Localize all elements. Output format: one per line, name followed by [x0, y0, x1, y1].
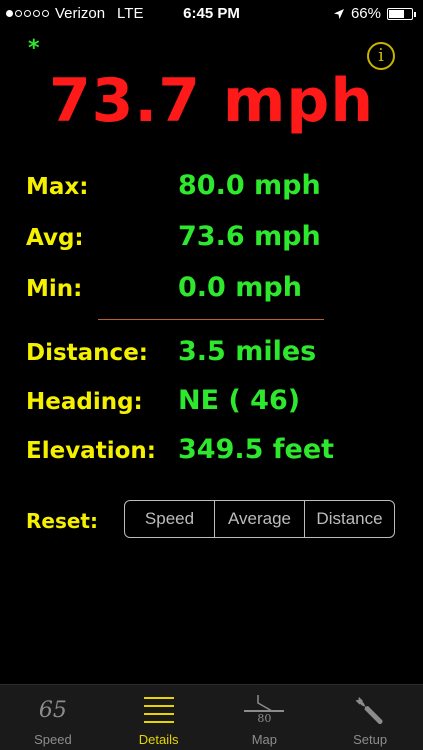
stat-row-min: Min: 0.0 mph — [0, 272, 423, 312]
stat-row-heading: Heading: NE ( 46) — [0, 385, 423, 425]
stat-value: 0.0 mph — [178, 272, 302, 303]
battery-icon — [387, 7, 416, 20]
map-road-icon: 80 — [244, 693, 285, 727]
stat-label: Distance: — [26, 340, 148, 366]
tab-setup[interactable]: Setup — [317, 685, 423, 750]
stat-value: NE ( 46) — [178, 385, 301, 416]
stat-row-distance: Distance: 3.5 miles — [0, 336, 423, 376]
stat-label: Heading: — [26, 389, 143, 415]
status-right: 66% — [333, 5, 416, 22]
stat-label: Elevation: — [26, 438, 156, 464]
reset-speed-button[interactable]: Speed — [125, 501, 214, 537]
reset-average-button[interactable]: Average — [214, 501, 304, 537]
divider — [98, 319, 324, 320]
battery-percent: 66% — [350, 5, 381, 22]
stat-value: 73.6 mph — [178, 221, 321, 252]
stat-value: 349.5 feet — [178, 434, 335, 465]
tab-label: Details — [138, 732, 179, 747]
status-bar: Verizon LTE 6:45 PM 66% — [0, 0, 423, 28]
reset-distance-button[interactable]: Distance — [304, 501, 394, 537]
current-speed: 73.7 mph — [48, 66, 375, 136]
speedometer-65-icon: 65 — [38, 697, 67, 723]
reset-segmented-control: Speed Average Distance — [124, 500, 395, 538]
stat-row-max: Max: 80.0 mph — [0, 170, 423, 210]
gps-fix-indicator: * — [28, 36, 40, 61]
stat-value: 80.0 mph — [178, 170, 321, 201]
stat-row-elevation: Elevation: 349.5 feet — [0, 434, 423, 474]
stat-label: Max: — [26, 174, 89, 200]
stat-label: Min: — [26, 276, 83, 302]
location-arrow-icon — [333, 8, 344, 19]
stat-value: 3.5 miles — [178, 336, 317, 367]
tab-details[interactable]: Details — [106, 685, 212, 750]
stat-label: Avg: — [26, 225, 84, 251]
stat-row-avg: Avg: 73.6 mph — [0, 221, 423, 261]
tab-bar: 65 Speed Details 80 Map Setup — [0, 684, 423, 750]
tab-label: Map — [251, 732, 278, 747]
tab-label: Setup — [353, 732, 388, 747]
wrench-icon — [350, 693, 390, 727]
reset-label: Reset: — [26, 509, 98, 533]
tab-label: Speed — [34, 732, 72, 747]
tab-map[interactable]: 80 Map — [212, 685, 318, 750]
list-lines-icon — [139, 693, 179, 727]
tab-speed[interactable]: 65 Speed — [0, 685, 106, 750]
